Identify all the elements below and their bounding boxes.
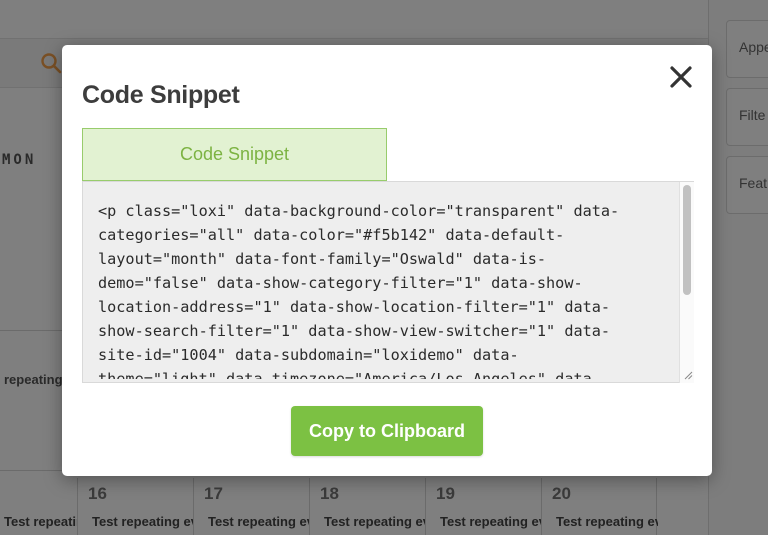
tab-code-snippet[interactable]: Code Snippet (82, 128, 387, 181)
close-button[interactable] (668, 64, 694, 90)
modal-title: Code Snippet (82, 81, 240, 109)
copy-to-clipboard-button[interactable]: Copy to Clipboard (291, 406, 483, 456)
scrollbar[interactable] (679, 182, 694, 383)
close-icon (670, 66, 692, 88)
resize-handle-icon[interactable] (683, 370, 693, 380)
code-snippet-modal: Code Snippet Code Snippet <p class="loxi… (62, 45, 712, 476)
code-snippet-textarea[interactable]: <p class="loxi" data-background-color="t… (82, 181, 694, 383)
code-snippet-text[interactable]: <p class="loxi" data-background-color="t… (98, 199, 668, 379)
scrollbar-thumb[interactable] (683, 185, 691, 295)
